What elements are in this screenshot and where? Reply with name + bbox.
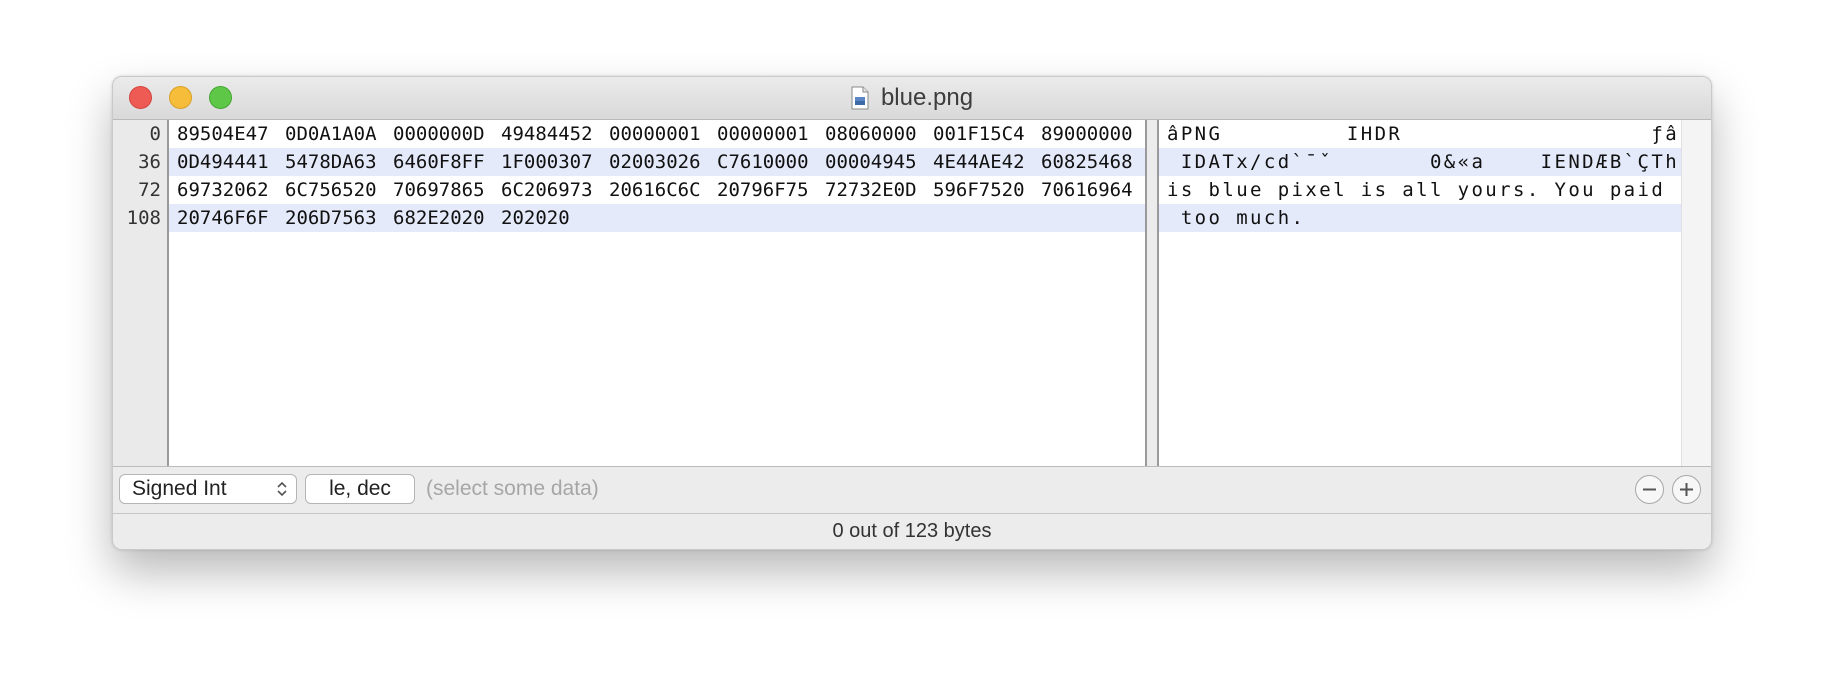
hex-editor-window: blue.png 0 36 72 108 89504E47 0D0A1A0A 0… <box>112 76 1712 550</box>
hex-word[interactable]: 00000001 <box>609 120 701 148</box>
hex-word[interactable]: 001F15C4 <box>933 120 1025 148</box>
pane-splitter[interactable] <box>1145 120 1159 466</box>
hex-word[interactable]: 00004945 <box>825 148 917 176</box>
line-offset: 36 <box>138 151 161 173</box>
title-bar[interactable]: blue.png <box>113 77 1711 120</box>
hex-word[interactable]: 89000000 <box>1041 120 1133 148</box>
hex-word[interactable]: 1F000307 <box>501 148 593 176</box>
hex-row[interactable]: 0D494441 5478DA63 6460F8FF 1F000307 0200… <box>169 148 1145 176</box>
hex-word[interactable]: 49484452 <box>501 120 593 148</box>
editor-area: 0 36 72 108 89504E47 0D0A1A0A 0000000D 4… <box>113 120 1711 466</box>
scroll-strip[interactable] <box>1681 120 1711 466</box>
data-inspector-bar: Signed Int le, dec (select some data) <box>113 466 1711 514</box>
hex-word[interactable]: 20746F6F <box>177 204 269 232</box>
text-pane[interactable]: âPNG IHDR ƒâ IDATx/cd`ˉˇ 0&«a IENDÆB`ÇTh… <box>1159 120 1681 466</box>
hex-pane[interactable]: 89504E47 0D0A1A0A 0000000D 49484452 0000… <box>169 120 1145 466</box>
hex-word[interactable]: 20616C6C <box>609 176 701 204</box>
hex-word[interactable]: 6C756520 <box>285 176 377 204</box>
status-bar: 0 out of 123 bytes <box>113 514 1711 549</box>
hex-word[interactable]: 596F7520 <box>933 176 1025 204</box>
remove-inspector-button[interactable] <box>1635 475 1664 504</box>
window-title: blue.png <box>113 77 1711 119</box>
line-offset: 72 <box>138 179 161 201</box>
text-row[interactable]: too much. <box>1159 204 1681 232</box>
hex-row[interactable]: 89504E47 0D0A1A0A 0000000D 49484452 0000… <box>169 120 1145 148</box>
hex-word[interactable]: 5478DA63 <box>285 148 377 176</box>
hex-word[interactable]: 08060000 <box>825 120 917 148</box>
hex-word[interactable]: 6460F8FF <box>393 148 485 176</box>
text-row[interactable]: is blue pixel is all yours. You paid <box>1159 176 1681 204</box>
offset-gutter: 0 36 72 108 <box>113 120 169 466</box>
up-down-chevron-icon <box>276 479 288 499</box>
text-line[interactable]: IDATx/cd`ˉˇ 0&«a IENDÆB`ÇTh <box>1167 148 1679 176</box>
png-file-icon <box>851 86 869 110</box>
byte-count-status: 0 out of 123 bytes <box>832 520 992 542</box>
hex-word[interactable]: 0D0A1A0A <box>285 120 377 148</box>
hex-row[interactable]: 69732062 6C756520 70697865 6C206973 2061… <box>169 176 1145 204</box>
hex-word[interactable]: 89504E47 <box>177 120 269 148</box>
line-offset: 108 <box>126 207 161 229</box>
data-type-select-value: Signed Int <box>132 477 227 500</box>
hex-word[interactable]: C7610000 <box>717 148 809 176</box>
hex-word[interactable]: 00000001 <box>717 120 809 148</box>
text-row[interactable]: âPNG IHDR ƒâ <box>1159 120 1681 148</box>
selection-hint: (select some data) <box>426 477 599 500</box>
text-line[interactable]: âPNG IHDR ƒâ <box>1167 120 1679 148</box>
hex-word[interactable]: 6C206973 <box>501 176 593 204</box>
add-inspector-button[interactable] <box>1672 475 1701 504</box>
text-line[interactable]: too much. <box>1167 204 1305 232</box>
hex-word[interactable]: 70616964 <box>1041 176 1133 204</box>
line-offset: 0 <box>149 123 161 145</box>
text-line[interactable]: is blue pixel is all yours. You paid <box>1167 176 1665 204</box>
hex-word[interactable]: 60825468 <box>1041 148 1133 176</box>
hex-word[interactable]: 72732E0D <box>825 176 917 204</box>
hex-word[interactable]: 0000000D <box>393 120 485 148</box>
hex-word[interactable]: 69732062 <box>177 176 269 204</box>
minus-icon <box>1643 488 1656 491</box>
hex-word[interactable]: 682E2020 <box>393 204 485 232</box>
hex-word[interactable]: 02003026 <box>609 148 701 176</box>
hex-word[interactable]: 206D7563 <box>285 204 377 232</box>
plus-icon <box>1680 483 1693 496</box>
hex-word[interactable]: 4E44AE42 <box>933 148 1025 176</box>
hex-row[interactable]: 20746F6F 206D7563 682E2020 202020 <box>169 204 1145 232</box>
hex-word[interactable]: 202020 <box>501 204 570 232</box>
hex-word[interactable]: 70697865 <box>393 176 485 204</box>
window-title-text: blue.png <box>880 84 974 111</box>
endian-format-button[interactable]: le, dec <box>305 474 415 504</box>
text-row[interactable]: IDATx/cd`ˉˇ 0&«a IENDÆB`ÇTh <box>1159 148 1681 176</box>
data-type-select[interactable]: Signed Int <box>119 474 297 504</box>
hex-word[interactable]: 0D494441 <box>177 148 269 176</box>
hex-word[interactable]: 20796F75 <box>717 176 809 204</box>
